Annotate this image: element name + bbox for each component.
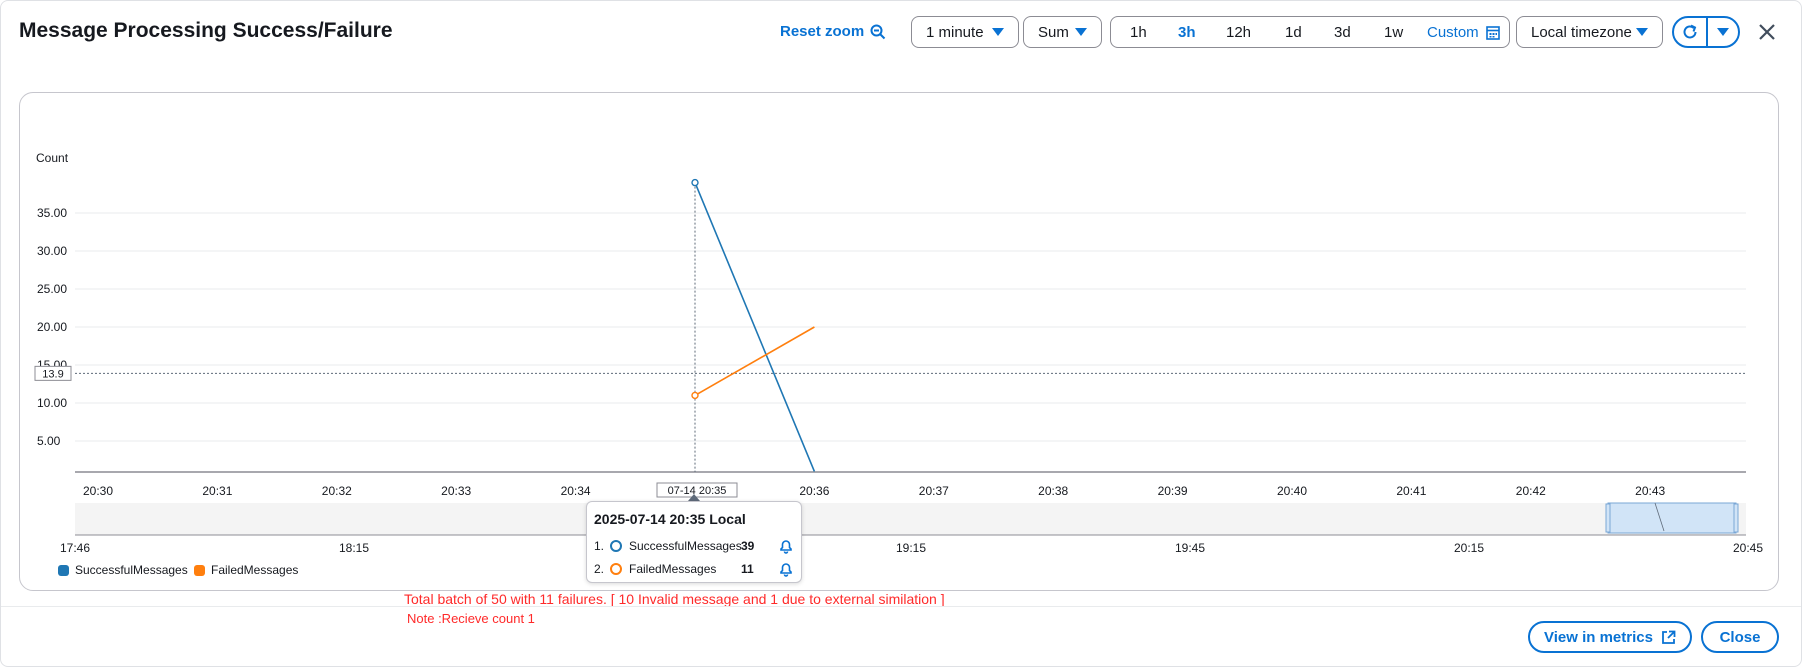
data-tooltip: 2025-07-14 20:35 Local 1. SuccessfulMess… — [586, 501, 802, 583]
overview-tick-label: 20:45 — [1733, 541, 1763, 555]
legend-label: FailedMessages — [211, 563, 299, 577]
overview-handle-right — [1733, 503, 1739, 533]
view-in-metrics-label: View in metrics — [1544, 628, 1653, 646]
y-tick-label: 35.00 — [37, 206, 67, 220]
data-point-SuccessfulMessages — [691, 178, 699, 187]
tooltip-arrow — [688, 494, 700, 501]
x-tick-label: 20:34 — [561, 484, 591, 498]
tooltip-row: 1. SuccessfulMessages 39 — [594, 537, 794, 555]
annotation-note-receive: Note :Recieve count 1 — [407, 611, 535, 626]
hover-y-label: 13.9 — [42, 368, 63, 380]
close-button[interactable]: Close — [1701, 621, 1779, 653]
x-tick-label: 20:40 — [1277, 484, 1307, 498]
bell-icon[interactable] — [778, 538, 794, 554]
y-tick-label: 25.00 — [37, 282, 67, 296]
footer-divider — [1, 606, 1801, 607]
legend-swatch — [58, 564, 69, 576]
x-tick-label: 20:30 — [83, 484, 113, 498]
legend-item-failed[interactable]: FailedMessages — [194, 563, 298, 577]
overview-selection — [1607, 502, 1737, 534]
tooltip-row-index: 2. — [594, 562, 605, 576]
tooltip-row-name: FailedMessages — [629, 562, 717, 576]
series-line-FailedMessages — [694, 326, 815, 397]
annotation-note-batch: Total batch of 50 with 11 failures. [ 10… — [404, 591, 945, 607]
tooltip-row: 2. FailedMessages 11 — [594, 560, 794, 578]
metric-dialog: Message Processing Success/Failure Reset… — [0, 0, 1802, 667]
tooltip-row-index: 1. — [594, 539, 605, 553]
overview-tick-label: 17:46 — [60, 541, 90, 555]
y-tick-label: 5.00 — [37, 434, 61, 448]
overview-track — [75, 503, 1746, 535]
view-in-metrics-button[interactable]: View in metrics — [1528, 621, 1692, 653]
external-link-icon — [1662, 630, 1676, 644]
x-tick-label: 20:32 — [322, 484, 352, 498]
legend-swatch — [194, 564, 205, 576]
tooltip-title: 2025-07-14 20:35 Local — [594, 511, 746, 527]
x-tick-label: 20:42 — [1516, 484, 1546, 498]
bell-icon[interactable] — [778, 561, 794, 577]
x-tick-label: 20:33 — [441, 484, 471, 498]
x-tick-label: 20:39 — [1158, 484, 1188, 498]
x-tick-label: 20:41 — [1396, 484, 1426, 498]
x-tick-label: 20:38 — [1038, 484, 1068, 498]
close-button-label: Close — [1719, 628, 1761, 646]
overview-tick-label: 19:45 — [1175, 541, 1205, 555]
series-marker-icon — [610, 540, 622, 552]
y-tick-label: 30.00 — [37, 244, 67, 258]
x-tick-label: 20:43 — [1635, 484, 1665, 498]
x-tick-label: 20:37 — [919, 484, 949, 498]
x-tick-label: 20:36 — [799, 484, 829, 498]
overview-handle-left — [1605, 503, 1611, 533]
tooltip-row-name: SuccessfulMessages — [629, 539, 742, 553]
y-tick-label: 20.00 — [37, 320, 67, 334]
overview-tick-label: 19:15 — [896, 541, 926, 555]
overview-tick-label: 20:15 — [1454, 541, 1484, 555]
y-tick-label: 10.00 — [37, 396, 67, 410]
series-marker-icon — [610, 563, 622, 575]
tooltip-row-value: 39 — [741, 539, 755, 553]
tooltip-row-value: 11 — [741, 562, 754, 576]
data-point-FailedMessages — [691, 391, 699, 400]
legend-label: SuccessfulMessages — [75, 563, 188, 577]
legend-item-successful[interactable]: SuccessfulMessages — [58, 563, 188, 577]
overview-tick-label: 18:15 — [339, 541, 369, 555]
x-tick-label: 20:31 — [202, 484, 232, 498]
